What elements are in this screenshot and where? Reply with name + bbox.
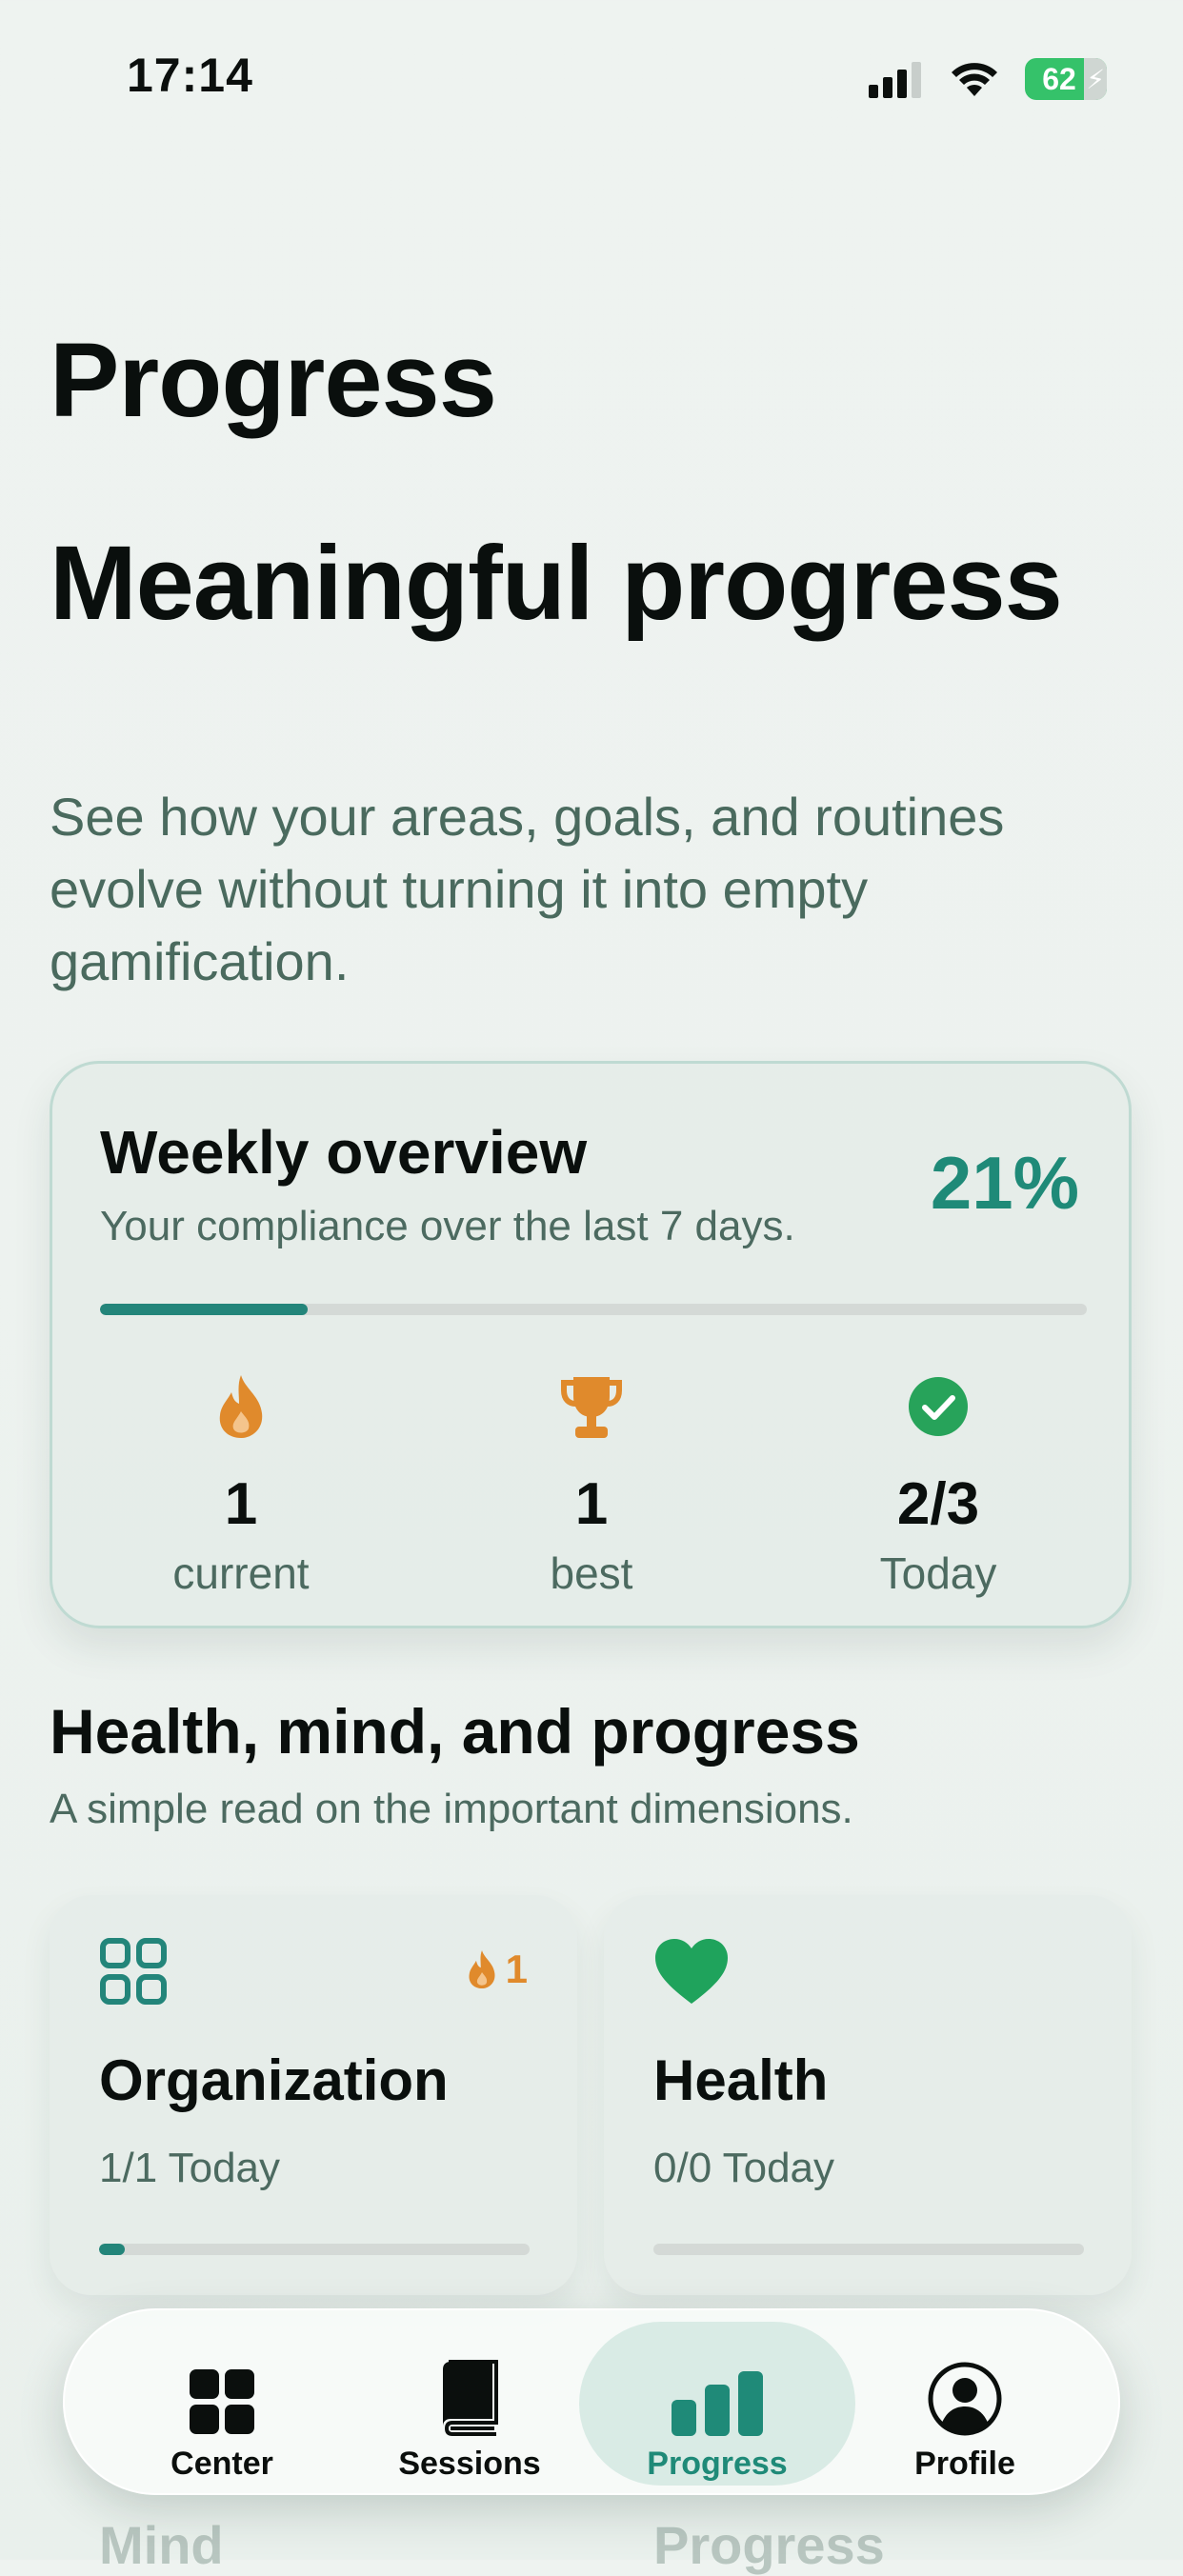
flame-icon (219, 1375, 263, 1438)
tab-sessions-label: Sessions (398, 2446, 541, 2482)
stat-best-label: best (550, 1548, 633, 1598)
stat-today-value: 2/3 (896, 1471, 980, 1537)
person-circle-icon (928, 2362, 1002, 2436)
tab-progress[interactable]: Progress (579, 2322, 855, 2486)
weekly-overview-card[interactable]: Weekly overview Your compliance over the… (50, 1061, 1132, 1628)
stat-current-label: current (172, 1548, 310, 1598)
heart-icon (655, 1939, 728, 2004)
battery-indicator: 62 ⚡ (1025, 58, 1107, 100)
dimensions-section-subtitle: A simple read on the important dimension… (50, 1786, 853, 1832)
peek-card-mind-title: Mind (99, 2515, 224, 2575)
grid-icon (100, 1938, 167, 2005)
stat-today: 2/3 Today (795, 1368, 1081, 1599)
charging-bolt-icon: ⚡ (1086, 65, 1105, 94)
wifi-icon (952, 63, 997, 96)
grid-icon (190, 2369, 254, 2434)
check-circle-icon (909, 1377, 968, 1436)
tab-progress-label: Progress (647, 2446, 788, 2482)
weekly-progress-fill (100, 1304, 308, 1315)
stat-current-value: 1 (224, 1471, 258, 1537)
battery-level: 62 (1042, 61, 1076, 96)
tab-center[interactable]: Center (84, 2322, 360, 2486)
organization-progress-fill (99, 2244, 126, 2255)
stat-today-label: Today (879, 1548, 997, 1598)
status-time: 17:14 (127, 49, 253, 102)
organization-progress-bar (99, 2244, 530, 2255)
page-title: Progress (50, 322, 497, 439)
health-card-title: Health (653, 2048, 829, 2112)
weekly-overview-subtitle: Your compliance over the last 7 days. (100, 1203, 795, 1249)
status-bar: 17:14 62 ⚡ (0, 0, 1183, 152)
organization-streak-badge: 1 (466, 1947, 528, 1992)
health-progress-bar (653, 2244, 1084, 2255)
tab-center-label: Center (170, 2446, 273, 2482)
dimension-card-health[interactable]: Health 0/0 Today (604, 1895, 1132, 2295)
weekly-compliance-percent: 21% (930, 1141, 1079, 1225)
weekly-overview-title: Weekly overview (100, 1118, 588, 1187)
tab-profile-label: Profile (914, 2446, 1015, 2482)
stat-best-value: 1 (574, 1471, 609, 1537)
bar-chart-icon (672, 2371, 763, 2436)
flame-icon (469, 1949, 495, 1989)
signal-icon (869, 62, 921, 98)
organization-card-title: Organization (99, 2048, 449, 2112)
dimension-card-organization[interactable]: 1 Organization 1/1 Today (50, 1895, 577, 2295)
tab-profile[interactable]: Profile (827, 2322, 1103, 2486)
weekly-progress-bar (100, 1304, 1087, 1315)
tab-sessions[interactable]: Sessions (331, 2322, 608, 2486)
health-today-count: 0/0 Today (653, 2145, 835, 2191)
organization-today-count: 1/1 Today (99, 2145, 281, 2191)
peek-card-progress-title: Progress (653, 2515, 885, 2575)
bottom-tab-bar: Center Sessions Progress Profile (63, 2308, 1120, 2495)
organization-streak-count: 1 (505, 1947, 528, 1991)
dimensions-section-title: Health, mind, and progress (50, 1696, 860, 1767)
stat-best-streak: 1 best (449, 1368, 734, 1599)
hero-title: Meaningful progress (50, 525, 1063, 642)
book-icon (443, 2360, 498, 2436)
stat-current-streak: 1 current (98, 1368, 384, 1599)
hero-subtitle: See how your areas, goals, and routines … (50, 787, 1005, 991)
status-icons: 62 ⚡ (867, 55, 1107, 103)
trophy-icon (561, 1377, 622, 1438)
